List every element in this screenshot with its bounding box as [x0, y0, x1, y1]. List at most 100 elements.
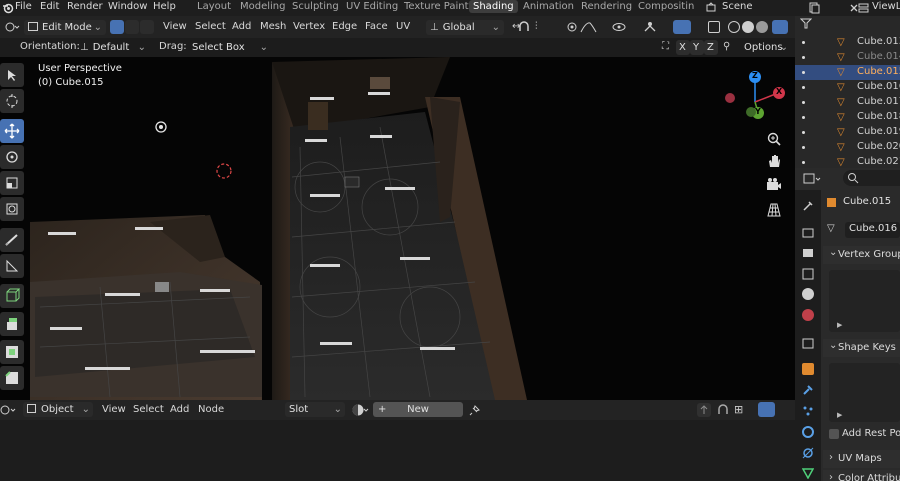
- add-rest-position-checkbox[interactable]: [829, 429, 839, 439]
- render-tab-icon[interactable]: [802, 226, 814, 238]
- outliner-item[interactable]: ▽ Cube.014: [795, 50, 900, 65]
- world-tab-icon[interactable]: [802, 309, 814, 321]
- outliner-item[interactable]: ▽ Cube.018: [795, 110, 900, 125]
- tool-annotate[interactable]: [0, 228, 24, 252]
- 3d-viewport[interactable]: User Perspective (0) Cube.015 Z X Y: [0, 57, 795, 400]
- tab-compositing[interactable]: Compositin: [638, 1, 694, 12]
- physics-tab-icon[interactable]: [802, 426, 814, 438]
- slot-dropdown[interactable]: Slot ⌄: [285, 402, 345, 417]
- tab-animation[interactable]: Animation: [523, 1, 574, 12]
- tab-modeling[interactable]: Modeling: [240, 1, 286, 12]
- shape-keys-list[interactable]: ▶: [829, 363, 900, 422]
- blender-logo-icon[interactable]: [2, 2, 14, 14]
- uv-maps-panel-header[interactable]: › UV Maps: [823, 450, 900, 468]
- snap-options-icon[interactable]: ⫶: [535, 21, 538, 32]
- outliner-filter-icon[interactable]: [799, 17, 813, 29]
- overlays-button[interactable]: [673, 20, 691, 34]
- new-scene-icon[interactable]: [808, 2, 820, 14]
- navigation-gizmo[interactable]: Z X Y: [720, 67, 790, 127]
- collection-tab-icon[interactable]: [802, 337, 814, 349]
- ne-menu-node[interactable]: Node: [198, 404, 224, 415]
- outliner-item[interactable]: ▽ Cube.013: [795, 35, 900, 50]
- color-attributes-panel-header[interactable]: › Color Attribute: [823, 470, 900, 481]
- mesh-name-field[interactable]: Cube.016: [845, 222, 900, 238]
- tool-rotate[interactable]: [0, 145, 24, 169]
- tool-measure[interactable]: [0, 254, 24, 278]
- snap-grid-icon[interactable]: ⊞: [734, 403, 743, 416]
- properties-editor-type-icon[interactable]: [803, 172, 823, 186]
- menu-render[interactable]: Render: [67, 1, 103, 12]
- node-editor-type-icon[interactable]: [0, 404, 16, 416]
- data-tab-icon[interactable]: [801, 467, 815, 480]
- tool-move[interactable]: [0, 119, 24, 143]
- tab-rendering[interactable]: Rendering: [581, 1, 632, 12]
- vp-menu-edge[interactable]: Edge: [332, 21, 357, 32]
- face-select-button[interactable]: [140, 20, 154, 34]
- tool-transform[interactable]: [0, 197, 24, 221]
- material-shading-icon[interactable]: [756, 21, 768, 33]
- tab-uv-editing[interactable]: UV Editing: [346, 1, 398, 12]
- vertex-groups-panel-header[interactable]: ⌄ Vertex Groups: [823, 246, 900, 264]
- snap-toggle-icon[interactable]: ⚲: [723, 41, 730, 52]
- tab-sculpting[interactable]: Sculpting: [292, 1, 339, 12]
- vp-menu-select[interactable]: Select: [195, 21, 226, 32]
- menu-window[interactable]: Window: [108, 1, 147, 12]
- xray-icon[interactable]: [708, 21, 720, 33]
- vp-menu-vertex[interactable]: Vertex: [293, 21, 325, 32]
- outliner-item[interactable]: ▽ Cube.020: [795, 140, 900, 155]
- scene-tab-icon[interactable]: [802, 288, 814, 300]
- mode-dropdown[interactable]: Edit Mode ⌄: [24, 20, 106, 35]
- particles-tab-icon[interactable]: [802, 405, 814, 417]
- vp-menu-add[interactable]: Add: [232, 21, 251, 32]
- edge-select-button[interactable]: [125, 20, 139, 34]
- ne-menu-view[interactable]: View: [102, 404, 126, 415]
- tool-inset[interactable]: [0, 340, 24, 364]
- tool-cursor[interactable]: [0, 89, 24, 113]
- editor-type-icon[interactable]: [4, 20, 20, 34]
- properties-search-field[interactable]: [843, 170, 900, 186]
- object-tab-icon[interactable]: [802, 363, 814, 375]
- view-layer-tab-icon[interactable]: [802, 268, 814, 280]
- falloff-icon[interactable]: [580, 21, 598, 33]
- snap-icon[interactable]: [517, 20, 531, 34]
- constraints-tab-icon[interactable]: [802, 447, 814, 459]
- node-editor-canvas[interactable]: [0, 420, 795, 481]
- shader-type-dropdown[interactable]: Object ⌄: [23, 402, 93, 417]
- tool-add-cube[interactable]: [0, 284, 24, 308]
- options-dropdown[interactable]: Options ⌄: [740, 40, 788, 55]
- orientation-dropdown[interactable]: ⊥ Default ⌄: [76, 40, 148, 55]
- tool-tab-icon[interactable]: [802, 200, 814, 212]
- mirror-x-toggle[interactable]: X: [676, 40, 690, 55]
- view-layer-selector[interactable]: ViewLa: [872, 1, 900, 12]
- new-material-button[interactable]: + New: [373, 402, 463, 417]
- menu-help[interactable]: Help: [153, 1, 176, 12]
- menu-edit[interactable]: Edit: [40, 1, 59, 12]
- output-tab-icon[interactable]: [802, 247, 814, 259]
- snap-node-icon[interactable]: [716, 403, 730, 417]
- wireframe-shading-icon[interactable]: [728, 21, 740, 33]
- solid-shading-icon[interactable]: [742, 21, 754, 33]
- tool-scale[interactable]: [0, 171, 24, 195]
- tool-bevel[interactable]: [0, 366, 24, 390]
- menu-file[interactable]: File: [15, 1, 32, 12]
- outliner-item[interactable]: ▽ Cube.017: [795, 95, 900, 110]
- pan-hand-icon[interactable]: [766, 153, 782, 169]
- drag-dropdown[interactable]: Select Box ⌄: [188, 40, 272, 55]
- material-browse-icon[interactable]: [351, 403, 371, 417]
- transform-orientation-dropdown[interactable]: ⊥ Global ⌄: [426, 20, 504, 35]
- rendered-shading-icon[interactable]: [772, 20, 788, 34]
- zoom-icon[interactable]: [766, 131, 782, 147]
- scene-selector[interactable]: Scene: [722, 1, 753, 12]
- ne-menu-select[interactable]: Select: [133, 404, 164, 415]
- tab-texture-paint[interactable]: Texture Paint: [404, 1, 469, 12]
- vp-menu-mesh[interactable]: Mesh: [260, 21, 286, 32]
- visibility-icon[interactable]: [612, 21, 628, 33]
- node-overlays-button[interactable]: [758, 402, 775, 417]
- outliner-item[interactable]: ▽ Cube.016: [795, 80, 900, 95]
- vertex-select-button[interactable]: [110, 20, 124, 34]
- mirror-z-toggle[interactable]: Z: [704, 40, 718, 55]
- tab-shading[interactable]: Shading: [469, 0, 518, 13]
- vp-menu-view[interactable]: View: [163, 21, 187, 32]
- vp-menu-uv[interactable]: UV: [396, 21, 410, 32]
- vp-menu-face[interactable]: Face: [365, 21, 388, 32]
